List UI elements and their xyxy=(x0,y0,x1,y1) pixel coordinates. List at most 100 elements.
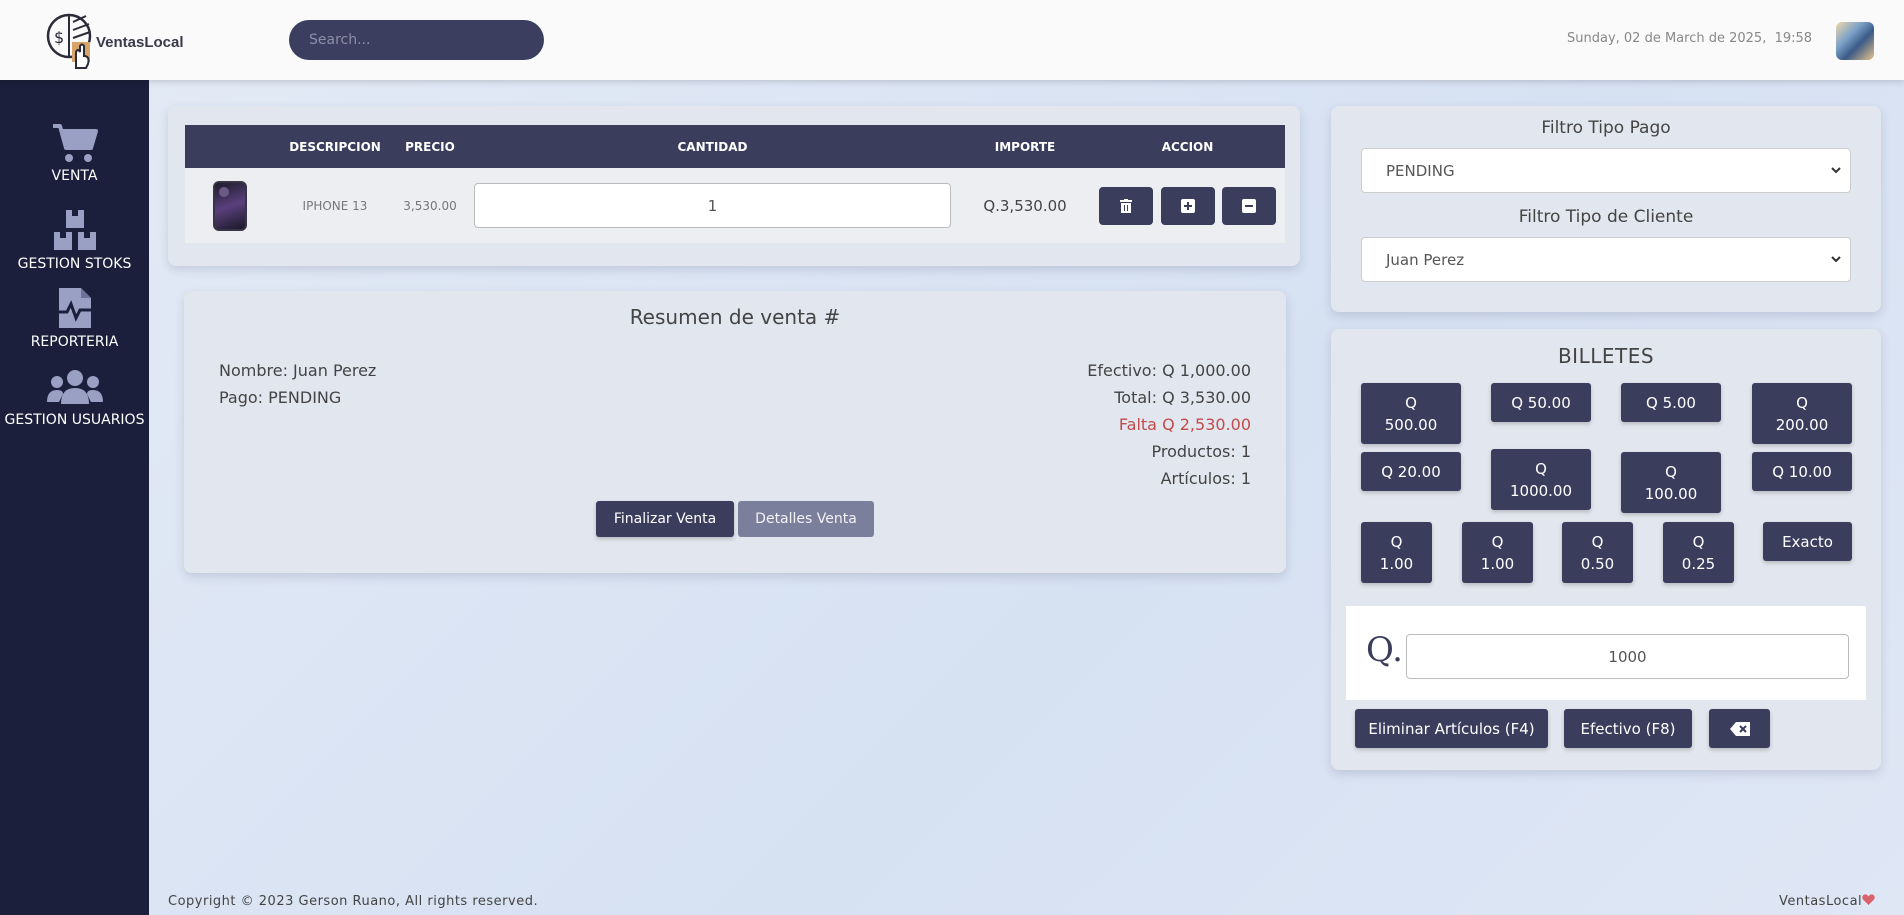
cash-amount-input[interactable] xyxy=(1406,634,1849,679)
boxes-icon xyxy=(53,210,96,250)
footer-brand-name: VentasLocal xyxy=(1779,894,1863,909)
summary-nombre: Nombre: Juan Perez xyxy=(219,361,377,380)
bill-label: Q xyxy=(1591,532,1604,551)
bill-amount: 200.00 xyxy=(1775,415,1829,434)
current-time: 19:58 xyxy=(1774,31,1813,46)
summary-title: Resumen de venta # xyxy=(629,305,841,329)
bill-label: Q xyxy=(1692,532,1705,551)
summary-efectivo: Efectivo: Q 1,000.00 xyxy=(1087,361,1251,380)
summary-productos: Productos: 1 xyxy=(1151,442,1251,461)
summary-pago: Pago: PENDING xyxy=(219,388,342,407)
bill-label: Q xyxy=(1491,532,1504,551)
bill-label: Q xyxy=(1665,462,1677,481)
delete-items-button[interactable]: Eliminar Artículos (F4) xyxy=(1355,709,1548,748)
sidebar-item-gestion-usuarios[interactable]: GESTION USUARIOS xyxy=(0,368,149,428)
current-date: Sunday, 02 de March de 2025, xyxy=(1567,31,1767,46)
bill-5-button[interactable]: Q 5.00 xyxy=(1621,383,1721,422)
avatar[interactable] xyxy=(1836,22,1874,60)
bill-label: Q 20.00 xyxy=(1381,462,1441,481)
cart-icon xyxy=(52,124,98,162)
bill-amount: 100.00 xyxy=(1644,484,1698,503)
product-price: 3,530.00 xyxy=(395,168,465,243)
filters-panel: Filtro Tipo Pago PENDING Filtro Tipo de … xyxy=(1331,106,1881,312)
coin-050-button[interactable]: Q 0.50 xyxy=(1562,522,1633,583)
col-header-importe: IMPORTE xyxy=(960,125,1090,168)
filter-tipo-cliente-value: Juan Perez xyxy=(1386,250,1465,269)
users-icon xyxy=(46,370,103,404)
heart-icon xyxy=(1862,894,1875,905)
sidebar-item-label: GESTION USUARIOS xyxy=(4,412,145,428)
bill-label: Q xyxy=(1390,532,1403,551)
table-row: IPHONE 13 3,530.00 Q.3,530.00 xyxy=(185,168,1285,243)
backspace-icon xyxy=(1729,721,1750,736)
summary-total: Total: Q 3,530.00 xyxy=(1114,388,1251,407)
coin-025-button[interactable]: Q 0.25 xyxy=(1663,522,1734,583)
footer-copyright: Copyright © 2023 Gerson Ruano, All right… xyxy=(168,894,539,909)
col-header-precio: PRECIO xyxy=(395,125,465,168)
bill-20-button[interactable]: Q 20.00 xyxy=(1361,452,1461,491)
filter-tipo-cliente-label: Filtro Tipo de Cliente xyxy=(1518,207,1694,227)
logo-icon: $ xyxy=(46,13,92,69)
increase-qty-button[interactable] xyxy=(1160,186,1215,225)
quantity-cell xyxy=(465,168,960,243)
product-importe: Q.3,530.00 xyxy=(960,168,1090,243)
bill-1000-button[interactable]: Q 1000.00 xyxy=(1491,449,1591,510)
bill-amount: 0.50 xyxy=(1580,554,1615,573)
product-description: IPHONE 13 xyxy=(275,168,395,243)
bill-50-button[interactable]: Q 50.00 xyxy=(1491,383,1591,422)
finalize-sale-button[interactable]: Finalizar Venta xyxy=(596,501,734,537)
trash-icon xyxy=(1119,198,1132,213)
search-input[interactable] xyxy=(289,20,544,60)
coin-1-button[interactable]: Q 1.00 xyxy=(1361,522,1432,583)
bill-10-button[interactable]: Q 10.00 xyxy=(1752,452,1852,491)
filter-tipo-pago-select[interactable]: PENDING xyxy=(1361,148,1851,193)
sidebar-item-label: GESTION STOKS xyxy=(17,256,132,272)
backspace-button[interactable] xyxy=(1709,709,1770,748)
col-header-descripcion: DESCRIPCION xyxy=(275,125,395,168)
billetes-title: BILLETES xyxy=(1557,344,1655,368)
quantity-input[interactable] xyxy=(474,183,951,228)
minus-square-icon xyxy=(1242,198,1257,213)
filter-tipo-pago-value: PENDING xyxy=(1386,161,1455,180)
product-image-cell xyxy=(185,168,275,243)
bill-label: Q 10.00 xyxy=(1772,462,1832,481)
sale-details-button[interactable]: Detalles Venta xyxy=(738,501,874,537)
exact-amount-button[interactable]: Exacto xyxy=(1763,522,1852,561)
summary-falta: Falta Q 2,530.00 xyxy=(1118,415,1251,434)
chevron-down-icon xyxy=(1831,167,1841,174)
summary-articulos: Artículos: 1 xyxy=(1160,469,1251,488)
col-header-accion: ACCION xyxy=(1090,125,1285,168)
summary-client-info: Nombre: Juan Perez Pago: PENDING xyxy=(219,357,376,411)
actions-cell xyxy=(1090,168,1285,243)
col-header-cantidad: CANTIDAD xyxy=(465,125,960,168)
coin-1-alt-button[interactable]: Q 1.00 xyxy=(1462,522,1533,583)
bill-amount: 500.00 xyxy=(1384,415,1438,434)
report-icon xyxy=(54,288,95,328)
table-header-row: DESCRIPCION PRECIO CANTIDAD IMPORTE ACCI… xyxy=(185,125,1285,168)
filter-tipo-cliente-select[interactable]: Juan Perez xyxy=(1361,237,1851,282)
bill-label: Q xyxy=(1535,459,1547,478)
sidebar-item-reporteria[interactable]: REPORTERIA xyxy=(0,286,149,350)
app-name: VentasLocal xyxy=(96,33,184,51)
bill-amount: 1.00 xyxy=(1379,554,1414,573)
summary-totals: Efectivo: Q 1,000.00 Total: Q 3,530.00 F… xyxy=(1087,357,1251,492)
bill-100-button[interactable]: Q 100.00 xyxy=(1621,452,1721,513)
bill-200-button[interactable]: Q 200.00 xyxy=(1752,383,1852,444)
sidebar-item-venta[interactable]: VENTA xyxy=(0,122,149,184)
cart-table: DESCRIPCION PRECIO CANTIDAD IMPORTE ACCI… xyxy=(185,125,1285,243)
delete-item-button[interactable] xyxy=(1098,186,1153,225)
bill-500-button[interactable]: Q 500.00 xyxy=(1361,383,1461,444)
sidebar-item-gestion-stoks[interactable]: GESTION STOKS xyxy=(0,208,149,272)
decrease-qty-button[interactable] xyxy=(1222,186,1277,225)
summary-panel: Resumen de venta # Nombre: Juan Perez Pa… xyxy=(184,291,1286,573)
efectivo-button[interactable]: Efectivo (F8) xyxy=(1564,709,1692,748)
sidebar: VENTA GESTION STOKS REPORTERIA GESTION U… xyxy=(0,80,149,915)
app-logo[interactable]: $ VentasLocal xyxy=(46,12,184,70)
footer-brand: VentasLocal xyxy=(1779,894,1875,909)
filter-tipo-pago-label: Filtro Tipo Pago xyxy=(1541,118,1671,138)
col-header-image xyxy=(185,125,275,168)
chevron-down-icon xyxy=(1831,256,1841,263)
product-image xyxy=(213,180,247,231)
bill-label: Exacto xyxy=(1782,532,1833,551)
bill-amount: 1000.00 xyxy=(1509,481,1573,500)
